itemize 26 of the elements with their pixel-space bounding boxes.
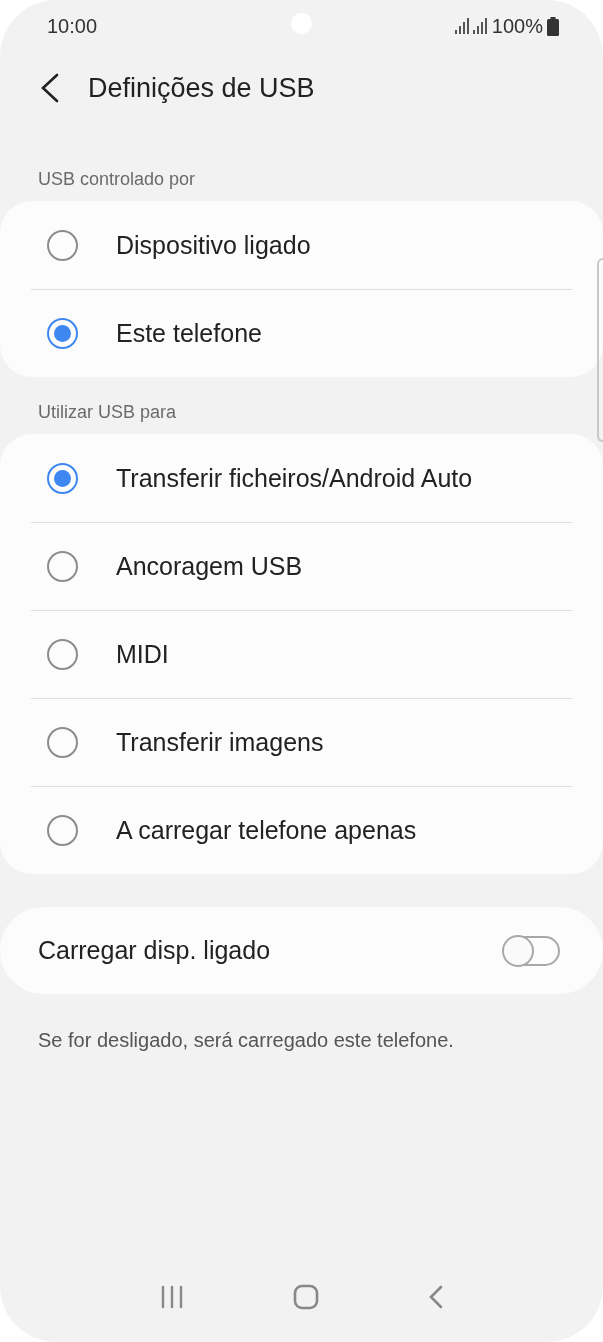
radio-button[interactable] <box>47 639 78 670</box>
radio-button[interactable] <box>47 815 78 846</box>
info-text: Se for desligado, será carregado este telefone. <box>37 1028 455 1052</box>
toggle-switch[interactable] <box>503 935 560 966</box>
battery-percentage: 100% <box>491 14 543 38</box>
setting-label: Carregar disp. ligado <box>38 936 272 965</box>
radio-button[interactable] <box>47 318 78 349</box>
section-header: Utilizar USB para <box>37 401 178 423</box>
option-label[interactable]: Transferir ficheiros/Android Auto <box>116 463 473 493</box>
option-label[interactable]: Dispositivo ligado <box>116 230 311 260</box>
battery-icon <box>547 16 559 36</box>
clock-time: 10:00 <box>47 14 98 38</box>
option-label[interactable]: MIDI <box>116 640 169 669</box>
radio-button[interactable] <box>47 551 78 582</box>
page-title: Definições de USB <box>88 72 315 104</box>
option-label[interactable]: Transferir imagens <box>116 728 324 757</box>
radio-button[interactable] <box>47 727 78 758</box>
radio-button[interactable] <box>47 462 78 494</box>
section-header: USB controlado por <box>37 168 197 190</box>
home-button[interactable] <box>293 1284 320 1310</box>
radio-button[interactable] <box>47 229 78 261</box>
option-label[interactable]: A carregar telefone apenas <box>116 816 417 845</box>
option-label[interactable]: Este telefone <box>116 319 262 348</box>
scrollbar[interactable] <box>597 258 603 442</box>
option-label[interactable]: Ancoragem USB <box>116 552 303 581</box>
signal-icon <box>453 17 488 35</box>
